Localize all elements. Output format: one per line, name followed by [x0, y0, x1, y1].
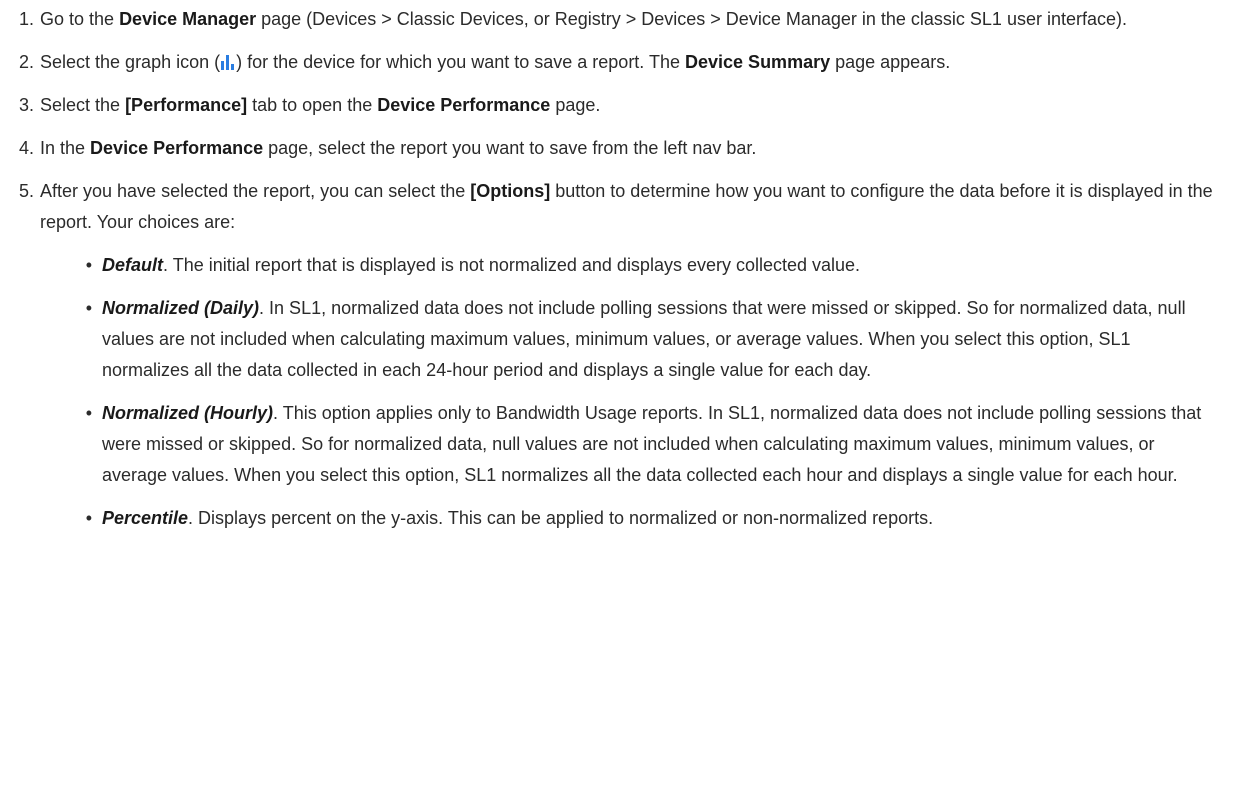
- device-summary-label: Device Summary: [685, 52, 831, 72]
- option-name: Percentile: [102, 508, 189, 528]
- step-number: 4.: [18, 138, 34, 158]
- step-1: 1. Go to the Device Manager page (Device…: [0, 4, 1222, 35]
- option-normalized-daily: • Normalized (Daily). In SL1, normalized…: [40, 293, 1222, 386]
- step-2: 2. Select the graph icon () for the devi…: [0, 47, 1222, 78]
- option-name: Default: [102, 255, 164, 275]
- step-text: Select the [Performance] tab to open the…: [40, 95, 601, 115]
- option-name: Normalized (Hourly): [102, 403, 274, 423]
- step-text: Go to the Device Manager page (Devices >…: [40, 9, 1127, 29]
- step-number: 3.: [18, 95, 34, 115]
- performance-tab-label: [Performance]: [125, 95, 248, 115]
- options-button-label: [Options]: [470, 181, 551, 201]
- bullet: •: [85, 403, 92, 423]
- bullet: •: [85, 298, 92, 318]
- device-performance-label: Device Performance: [90, 138, 264, 158]
- option-percentile: • Percentile. Displays percent on the y-…: [40, 503, 1222, 534]
- step-number: 1.: [18, 9, 34, 29]
- option-default: • Default. The initial report that is di…: [40, 250, 1222, 281]
- option-description: . Displays percent on the y-axis. This c…: [188, 508, 934, 528]
- step-text: In the Device Performance page, select t…: [40, 138, 757, 158]
- step-3: 3. Select the [Performance] tab to open …: [0, 90, 1222, 121]
- option-name: Normalized (Daily): [102, 298, 260, 318]
- step-5: 5. After you have selected the report, y…: [0, 176, 1222, 546]
- step-text: Select the graph icon () for the device …: [40, 52, 951, 72]
- device-performance-label: Device Performance: [377, 95, 551, 115]
- options-list: • Default. The initial report that is di…: [40, 250, 1222, 534]
- step-number: 2.: [18, 52, 34, 72]
- step-text: After you have selected the report, you …: [40, 176, 1222, 546]
- device-manager-label: Device Manager: [119, 9, 257, 29]
- steps-list: 1. Go to the Device Manager page (Device…: [0, 4, 1222, 546]
- step-number: 5.: [18, 181, 34, 201]
- option-description: . The initial report that is displayed i…: [163, 255, 861, 275]
- bullet: •: [85, 508, 92, 528]
- bar-chart-icon: [220, 55, 236, 70]
- step-4: 4. In the Device Performance page, selec…: [0, 133, 1222, 164]
- document: 1. Go to the Device Manager page (Device…: [0, 0, 1236, 546]
- option-description: . In SL1, normalized data does not inclu…: [102, 298, 1186, 380]
- option-normalized-hourly: • Normalized (Hourly). This option appli…: [40, 398, 1222, 491]
- bullet: •: [85, 255, 92, 275]
